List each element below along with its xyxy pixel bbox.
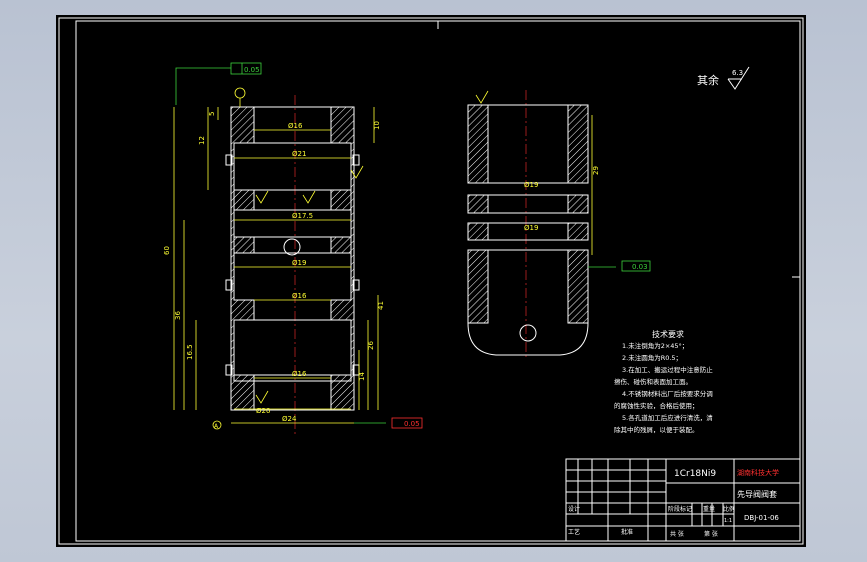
tech-item: 2.未注圆角为R0.5； — [622, 353, 682, 362]
rounded-bottom — [467, 322, 589, 356]
scale-label: 比例 — [723, 505, 735, 513]
dim-d16-top: Ø16 — [288, 122, 303, 130]
tech-item: 擦伤、碰伤和表面加工面。 — [614, 377, 692, 386]
right-view-left-wall — [467, 104, 489, 324]
dim-right-d19b: Ø19 — [524, 224, 538, 232]
inner-border — [75, 20, 801, 542]
weight-label: 重量 — [703, 505, 715, 513]
right-section-view: Ø19 Ø19 29 0.03 — [467, 90, 651, 360]
left-dimensions: 0.05 Ø16 Ø21 Ø17.5 Ø19 Ø16 Ø16 Ø20 Ø24 6… — [163, 62, 423, 430]
right-view-right-wall — [567, 104, 589, 324]
stage-label: 阶段标记 — [668, 505, 692, 513]
dim-right-len-29: 29 — [592, 166, 600, 175]
school-name: 湖南科技大学 — [737, 468, 779, 477]
outer-border — [58, 17, 804, 545]
dim-len-60: 60 — [163, 246, 171, 255]
roughness-icon — [302, 190, 316, 204]
roughness-icon — [255, 390, 269, 404]
dim-len-41: 41 — [377, 301, 385, 310]
datum-circle-top — [234, 87, 246, 99]
roughness-value: 6.3 — [732, 69, 743, 77]
sheet-number: 第 张 — [704, 530, 718, 538]
tech-item: 的腐蚀性实验，合格后使用； — [614, 401, 699, 410]
dim-d16-low: Ø16 — [292, 370, 307, 378]
designer-label: 设计 — [568, 505, 580, 513]
dim-len-12: 12 — [198, 136, 206, 145]
dim-d24: Ø24 — [282, 415, 297, 423]
title-block: 1Cr18Ni9 湖南科技大学 先导阀阀套 DBJ-01-06 阶段标记 重量 … — [565, 458, 801, 542]
other-finish-label: 其余 — [697, 73, 719, 87]
dim-len-14: 14 — [358, 372, 366, 381]
bottom-hole — [519, 324, 537, 342]
part-name: 先导阀阀套 — [737, 489, 777, 499]
dim-len-36: 36 — [174, 311, 182, 320]
cad-drawing: 其余 6.3 0.05 Ø16 Ø21 Ø17.5 Ø19 Ø16 Ø16 Ø2… — [58, 17, 804, 545]
scale-value: 1:1 — [724, 518, 732, 524]
roughness-icon — [475, 90, 489, 104]
drawing-sheet: 其余 6.3 0.05 Ø16 Ø21 Ø17.5 Ø19 Ø16 Ø16 Ø2… — [56, 15, 806, 547]
dim-d17-5: Ø17.5 — [292, 212, 313, 220]
dim-d20: Ø20 — [256, 407, 270, 415]
flatness-value: 0.05 — [244, 66, 260, 74]
right-wall-hatch — [330, 106, 355, 411]
dim-len-5: 5 — [208, 112, 216, 116]
dim-len-10: 10 — [373, 121, 381, 130]
technical-requirements: 技术要求 1.未注倒角为2×45°； 2.未注圆角为R0.5； 3.在加工、搬运… — [614, 329, 713, 434]
dim-d21: Ø21 — [292, 150, 306, 158]
material: 1Cr18Ni9 — [674, 469, 716, 479]
flatness-value-right: 0.03 — [632, 263, 648, 271]
tech-title: 技术要求 — [652, 329, 684, 339]
drawing-number: DBJ-01-06 — [744, 514, 779, 522]
tech-item: 1.未注倒角为2×45°； — [622, 341, 688, 350]
dim-d16-mid: Ø16 — [292, 292, 307, 300]
dim-right-d19a: Ø19 — [524, 181, 538, 189]
dim-len-26: 26 — [367, 341, 375, 350]
dim-len-16-5: 16.5 — [186, 344, 194, 360]
tech-item: 4.不锈钢材料出厂后按要求分调 — [622, 389, 713, 398]
runout-value: 0.05 — [404, 420, 420, 428]
dim-d19: Ø19 — [292, 259, 306, 267]
sheet-total: 共 张 — [670, 530, 684, 538]
tech-item: 5.各孔道加工后应进行清洗，清 — [622, 413, 713, 422]
left-wall-hatch — [230, 106, 255, 411]
tech-item: 除其中的残屑，以便于装配。 — [614, 425, 699, 434]
tech-item: 3.在加工、搬运过程中注意防止 — [622, 365, 713, 374]
process-label: 工艺 — [568, 528, 580, 536]
roughness-icon — [255, 190, 269, 204]
approve-label: 批准 — [621, 528, 633, 536]
